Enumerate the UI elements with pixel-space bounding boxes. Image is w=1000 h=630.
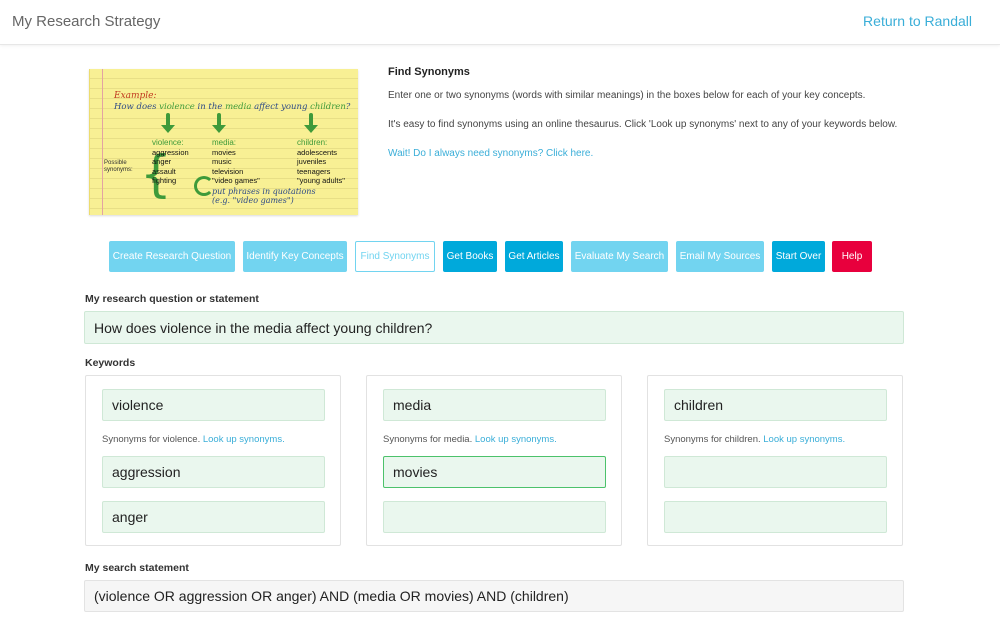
top-navbar: My Research Strategy Return to Randall bbox=[0, 0, 1000, 45]
step-create-research-question-button[interactable]: Create Research Question bbox=[109, 241, 235, 272]
look-up-synonyms-link[interactable]: Look up synonyms. bbox=[763, 434, 845, 445]
intro-paragraph-2: It's easy to find synonyms using an onli… bbox=[388, 119, 898, 130]
arrow-down-icon bbox=[161, 113, 175, 133]
search-statement-field[interactable]: (violence OR aggression OR anger) AND (m… bbox=[84, 580, 904, 612]
synonym-input[interactable]: movies bbox=[383, 456, 606, 488]
synonyms-hint: Synonyms for children. Look up synonyms. bbox=[664, 434, 846, 445]
step-find-synonyms-button[interactable]: Find Synonyms bbox=[355, 241, 435, 272]
keyword-input[interactable]: media bbox=[383, 389, 606, 421]
synonyms-help-link[interactable]: Wait! Do I always need synonyms? Click h… bbox=[388, 148, 593, 159]
research-question-input[interactable]: How does violence in the media affect yo… bbox=[84, 311, 904, 344]
synonym-input[interactable]: anger bbox=[102, 501, 325, 533]
intro-title: Find Synonyms bbox=[388, 66, 470, 78]
search-statement-label: My search statement bbox=[85, 562, 189, 574]
synonym-input[interactable] bbox=[664, 501, 887, 533]
step-get-books-button[interactable]: Get Books bbox=[443, 241, 497, 272]
example-note-image: Example: How does violence in the media … bbox=[89, 69, 358, 215]
step-email-my-sources-button[interactable]: Email My Sources bbox=[676, 241, 764, 272]
synonym-input[interactable] bbox=[383, 501, 606, 533]
note-column-violence: violence: aggression anger assault fight… bbox=[152, 138, 189, 185]
keyword-panel-children: children Synonyms for children. Look up … bbox=[647, 375, 903, 546]
note-phrase-tip: put phrases in quotations (e.g. "video g… bbox=[212, 187, 316, 205]
note-column-media: media: movies music television "video ga… bbox=[212, 138, 260, 185]
keywords-label: Keywords bbox=[85, 357, 136, 369]
note-column-children: children: adolescents juveniles teenager… bbox=[297, 138, 345, 185]
synonyms-hint: Synonyms for violence. Look up synonyms. bbox=[102, 434, 285, 445]
note-example-question: How does violence in the media affect yo… bbox=[114, 102, 351, 112]
note-possible-label: Possible synonyms: bbox=[104, 160, 133, 173]
synonym-input[interactable] bbox=[664, 456, 887, 488]
synonyms-hint: Synonyms for media. Look up synonyms. bbox=[383, 434, 557, 445]
look-up-synonyms-link[interactable]: Look up synonyms. bbox=[475, 434, 557, 445]
step-identify-key-concepts-button[interactable]: Identify Key Concepts bbox=[243, 241, 347, 272]
look-up-synonyms-link[interactable]: Look up synonyms. bbox=[203, 434, 285, 445]
note-margin-line bbox=[102, 69, 103, 215]
brand-title[interactable]: My Research Strategy bbox=[12, 13, 160, 30]
question-label: My research question or statement bbox=[85, 293, 259, 305]
intro-section: Find Synonyms Enter one or two synonyms … bbox=[388, 66, 948, 159]
keyword-input[interactable]: violence bbox=[102, 389, 325, 421]
note-example-heading: Example: bbox=[114, 91, 157, 101]
keyword-panel-violence: violence Synonyms for violence. Look up … bbox=[85, 375, 341, 546]
keyword-input[interactable]: children bbox=[664, 389, 887, 421]
intro-paragraph-1: Enter one or two synonyms (words with si… bbox=[388, 90, 866, 101]
keyword-panel-media: media Synonyms for media. Look up synony… bbox=[366, 375, 622, 546]
return-link[interactable]: Return to Randall bbox=[863, 13, 972, 29]
curl-arrow-icon bbox=[194, 176, 214, 196]
arrow-down-icon bbox=[212, 113, 226, 133]
help-button[interactable]: Help bbox=[832, 241, 872, 272]
step-evaluate-my-search-button[interactable]: Evaluate My Search bbox=[571, 241, 668, 272]
step-get-articles-button[interactable]: Get Articles bbox=[505, 241, 563, 272]
step-start-over-button[interactable]: Start Over bbox=[772, 241, 825, 272]
arrow-down-icon bbox=[304, 113, 318, 133]
synonym-input[interactable]: aggression bbox=[102, 456, 325, 488]
